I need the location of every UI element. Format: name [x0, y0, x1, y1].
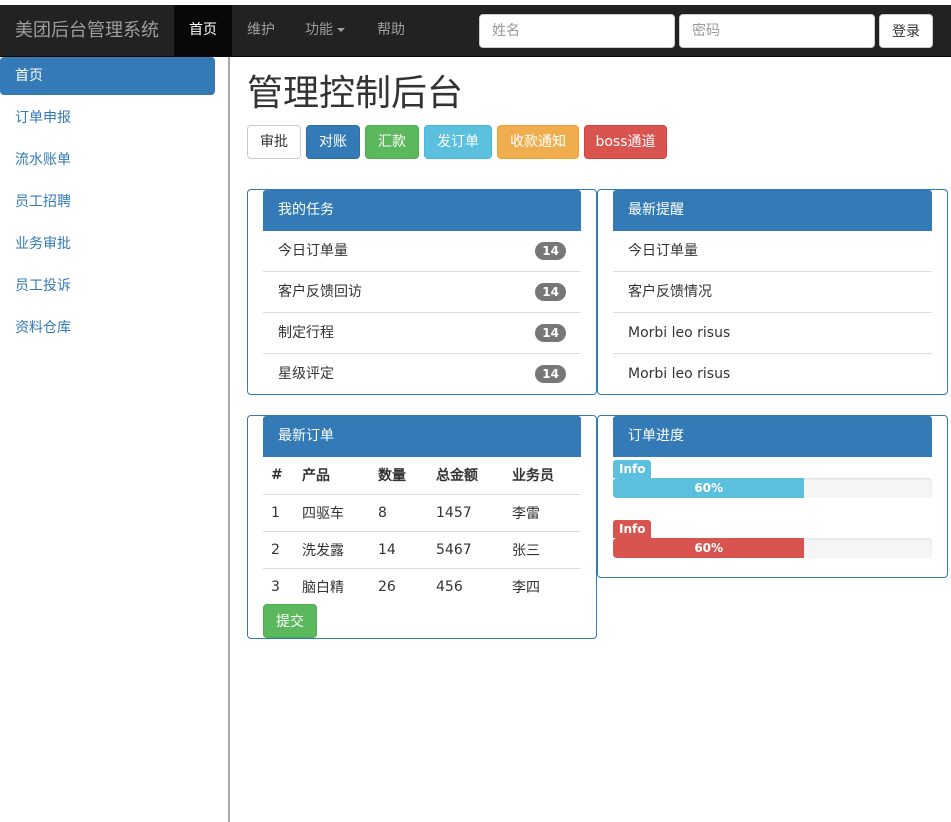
progress-track: 60% [613, 478, 932, 498]
table-cell: 洗发露 [294, 531, 370, 569]
payment-notice-button[interactable]: 收款通知 [497, 125, 579, 159]
table-cell: 1 [263, 494, 294, 532]
progress-track: 60% [613, 538, 932, 558]
list-item[interactable]: 制定行程 14 [263, 313, 581, 354]
table-cell: 李四 [512, 579, 540, 596]
sidebar-item-recruitment[interactable]: 员工招聘 [0, 183, 215, 221]
login-button[interactable]: 登录 [879, 14, 933, 48]
page-title: 管理控制后台 [247, 73, 464, 114]
sidebar-item-order-declaration[interactable]: 订单申报 [0, 99, 215, 137]
progress-panel-title: 订单进度 [613, 416, 932, 457]
table-cell: 四驱车 [294, 494, 370, 532]
sidebar: 首页 订单申报 流水账单 员工招聘 业务审批 员工投诉 资料仓库 [0, 57, 230, 822]
table-cell: 2 [263, 531, 294, 569]
nav-item-functions[interactable]: 功能 [290, 5, 360, 56]
submit-button[interactable]: 提交 [263, 604, 317, 638]
progress-tag: Info [613, 460, 652, 478]
table-cell: 456 [436, 578, 463, 595]
column-header: 产品 [294, 457, 370, 495]
table-row[interactable]: 2 洗发露 14 5467 张三 [263, 531, 581, 569]
table-cell: 14 [370, 531, 428, 569]
reminders-panel-title: 最新提醒 [613, 190, 932, 231]
column-header: # [263, 457, 294, 495]
password-input[interactable] [679, 14, 875, 48]
list-item-label: 星级评定 [278, 366, 334, 382]
table-cell: 张三 [504, 531, 581, 569]
table-cell: 李雷 [504, 494, 581, 532]
sidebar-item-complaints[interactable]: 员工投诉 [0, 267, 215, 305]
list-item[interactable]: 客户反馈回访 14 [263, 272, 581, 313]
nav-item-help[interactable]: 帮助 [362, 5, 420, 56]
brand-title[interactable]: 美团后台管理系统 [15, 5, 159, 56]
progress-fill: 60% [613, 478, 805, 498]
approve-button[interactable]: 审批 [247, 125, 301, 159]
nav-item-maintenance[interactable]: 维护 [232, 5, 290, 56]
tasks-panel-title: 我的任务 [263, 190, 581, 231]
count-badge: 14 [535, 324, 566, 342]
list-item-label: 客户反馈回访 [278, 284, 362, 300]
progress-fill: 60% [613, 538, 805, 558]
boss-channel-button[interactable]: boss通道 [584, 125, 667, 159]
column-header: 业务员 [504, 457, 581, 495]
table-cell: 8 [370, 494, 428, 532]
top-navbar: 美团后台管理系统 首页 维护 功能 帮助 登录 [0, 5, 951, 57]
remit-button[interactable]: 汇款 [365, 125, 419, 159]
count-badge: 14 [535, 242, 566, 260]
username-input[interactable] [479, 14, 675, 48]
table-cell: 3 [271, 578, 280, 595]
orders-panel: 最新订单 # 产品 数量 总金额 业务员 1 四驱车 8 1457 李雷 2 洗… [247, 415, 597, 639]
list-item-label: 今日订单量 [278, 243, 348, 259]
nav-item-home[interactable]: 首页 [174, 5, 232, 56]
reconcile-button[interactable]: 对账 [306, 125, 360, 159]
list-item[interactable]: Morbi leo risus [613, 354, 932, 395]
tasks-panel: 我的任务 今日订单量 14 客户反馈回访 14 制定行程 14 星级评定 14 [247, 189, 597, 395]
list-item[interactable]: 今日订单量 [613, 231, 932, 272]
nav-item-functions-label: 功能 [305, 22, 333, 38]
progress-tag: Info [613, 520, 652, 538]
caret-down-icon [337, 28, 345, 32]
list-item[interactable]: Morbi leo risus [613, 313, 932, 354]
table-row[interactable]: 3 脑白精 26 456 李四 [263, 568, 581, 605]
list-item[interactable]: 星级评定 14 [263, 354, 581, 395]
orders-table: # 产品 数量 总金额 业务员 1 四驱车 8 1457 李雷 2 洗发露 14… [263, 457, 581, 605]
progress-panel: 订单进度 Info 60% Info 60% [597, 415, 948, 578]
count-badge: 14 [535, 283, 566, 301]
table-cell: 26 [378, 578, 396, 595]
send-order-button[interactable]: 发订单 [424, 125, 492, 159]
table-cell: 5467 [428, 531, 504, 569]
column-header: 数量 [370, 457, 428, 495]
table-cell: 脑白精 [302, 579, 344, 596]
sidebar-item-statements[interactable]: 流水账单 [0, 141, 215, 179]
table-header-row: # 产品 数量 总金额 业务员 [263, 457, 581, 495]
reminders-panel: 最新提醒 今日订单量 客户反馈情况 Morbi leo risus Morbi … [597, 189, 948, 395]
list-item[interactable]: 客户反馈情况 [613, 272, 932, 313]
column-header: 总金额 [428, 457, 504, 495]
sidebar-item-repository[interactable]: 资料仓库 [0, 309, 215, 347]
list-item[interactable]: 今日订单量 14 [263, 231, 581, 272]
table-cell: 1457 [428, 494, 504, 532]
table-row[interactable]: 1 四驱车 8 1457 李雷 [263, 494, 581, 532]
list-item-label: 制定行程 [278, 325, 334, 341]
count-badge: 14 [535, 365, 566, 383]
sidebar-item-approvals[interactable]: 业务审批 [0, 225, 215, 263]
orders-panel-title: 最新订单 [263, 416, 581, 457]
sidebar-item-home[interactable]: 首页 [0, 57, 215, 95]
